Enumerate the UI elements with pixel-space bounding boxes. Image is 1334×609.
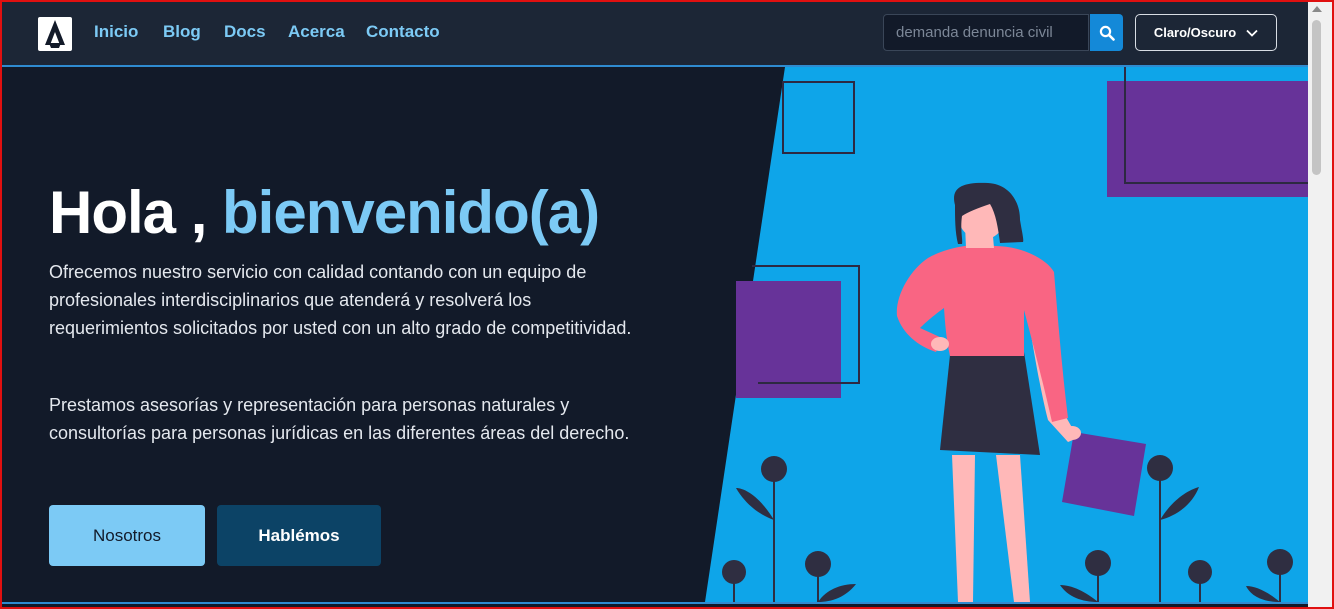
woman-hand xyxy=(1063,426,1081,440)
purple-square-left xyxy=(736,281,841,398)
hero-title: Hola , bienvenido(a) xyxy=(49,178,600,247)
hero-divider xyxy=(2,602,1308,604)
hero-title-plain: Hola , xyxy=(49,179,207,246)
hero-paragraph-2: Prestamos asesorías y representación par… xyxy=(49,395,630,443)
purple-square-top-right xyxy=(1107,81,1308,197)
hero-paragraph-1: Ofrecemos nuestro servicio con calidad c… xyxy=(49,262,632,338)
nosotros-button[interactable]: Nosotros xyxy=(49,505,205,566)
scroll-up-arrow-icon[interactable] xyxy=(1312,6,1322,12)
scrollbar-thumb[interactable] xyxy=(1312,20,1321,175)
hero-title-accent: bienvenido(a) xyxy=(222,179,600,246)
purple-card xyxy=(1062,432,1146,516)
hablemos-button[interactable]: Hablémos xyxy=(217,505,381,566)
